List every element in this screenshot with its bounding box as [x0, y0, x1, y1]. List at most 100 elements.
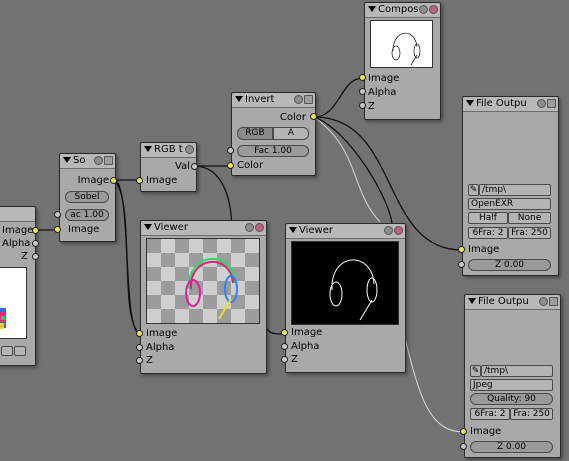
- fileout2-start-frame-field[interactable]: 6Fra: 2: [470, 408, 510, 420]
- node-options-icon[interactable]: [419, 5, 428, 14]
- invert-fac-field[interactable]: Fac 1.00: [237, 145, 309, 157]
- partial-socket-alpha[interactable]: [32, 240, 39, 247]
- sobel-output-socket[interactable]: [110, 177, 117, 184]
- close-icon[interactable]: [394, 226, 403, 235]
- link-faint-1: [313, 116, 381, 223]
- fileout1-start-frame-field[interactable]: 6Fra: 2: [468, 227, 508, 239]
- invert-output-socket[interactable]: [310, 113, 317, 120]
- sobel-node-title: So: [73, 155, 86, 166]
- close-icon[interactable]: [255, 223, 264, 232]
- fileout1-browse-button[interactable]: ✎: [468, 184, 479, 196]
- node-options-icon[interactable]: [185, 145, 194, 154]
- viewer1-alpha-socket[interactable]: [136, 344, 143, 351]
- fileout1-format-select[interactable]: OpenEXR: [468, 198, 551, 210]
- sobel-fac-field[interactable]: ac 1.00: [65, 209, 109, 221]
- sobel-filter-type-select[interactable]: Sobel: [65, 191, 109, 203]
- partial-socket-z[interactable]: [32, 253, 39, 260]
- rgbtobw-node-header[interactable]: RGB t: [141, 143, 196, 158]
- collapse-triangle-icon[interactable]: [144, 224, 152, 230]
- collapse-triangle-icon[interactable]: [63, 157, 71, 163]
- collapse-triangle-icon[interactable]: [144, 146, 152, 152]
- partial-button-2[interactable]: [14, 346, 26, 356]
- headphones-edge-render-icon: [329, 259, 378, 321]
- rgbtobw-node[interactable]: RGB t Val Image: [140, 142, 197, 192]
- fileout1-z-socket[interactable]: [458, 261, 465, 268]
- viewer2-node-header[interactable]: Viewer: [286, 224, 405, 239]
- sobel-node-header[interactable]: So: [60, 154, 115, 169]
- fileout2-z-field[interactable]: Z 0.00: [470, 441, 553, 453]
- fileout1-image-socket[interactable]: [458, 246, 465, 253]
- collapse-triangle-icon[interactable]: [468, 298, 476, 304]
- partial-node-header[interactable]: [0, 207, 35, 222]
- link-invert-to-viewer2: [313, 116, 393, 225]
- collapse-triangle-icon[interactable]: [466, 100, 474, 106]
- fileout1-half-toggle[interactable]: Half: [468, 212, 508, 224]
- node-options-icon[interactable]: [245, 223, 254, 232]
- preview-toggle-icon[interactable]: [547, 99, 556, 108]
- invert-alpha-toggle[interactable]: A: [273, 127, 309, 140]
- invert-input-socket[interactable]: [227, 162, 234, 169]
- link-sobel-to-viewer1b: [113, 179, 141, 335]
- viewer2-z-socket[interactable]: [281, 356, 288, 363]
- fileout1-z-field[interactable]: Z 0.00: [468, 259, 551, 271]
- fileout2-node[interactable]: File Outpu ✎ /tmp\ Jpeg Quality: 90 6Fra…: [464, 294, 561, 458]
- preview-toggle-icon[interactable]: [304, 95, 313, 104]
- preview-toggle-icon[interactable]: [104, 156, 113, 165]
- viewer1-z-socket[interactable]: [136, 357, 143, 364]
- close-icon[interactable]: [429, 5, 438, 14]
- composite-preview: [370, 20, 433, 68]
- node-options-icon[interactable]: [384, 226, 393, 235]
- partial-button-1[interactable]: [1, 346, 13, 356]
- viewer2-alpha-socket[interactable]: [281, 343, 288, 350]
- fileout2-end-frame-field[interactable]: Fra: 250: [510, 408, 553, 420]
- rgbtobw-output-socket[interactable]: [191, 163, 198, 170]
- fileout2-format-select[interactable]: Jpeg: [470, 379, 553, 391]
- sobel-input-socket[interactable]: [54, 226, 61, 233]
- viewer2-image-socket[interactable]: [281, 329, 288, 336]
- fileout1-codec-select[interactable]: None: [508, 212, 551, 224]
- collapse-triangle-icon[interactable]: [235, 96, 243, 102]
- fileout1-end-frame-field[interactable]: Fra: 250: [508, 227, 551, 239]
- composite-image-socket[interactable]: [359, 74, 366, 81]
- partial-socket-image[interactable]: [32, 227, 39, 234]
- viewer2-node[interactable]: Viewer Image Alpha Z: [285, 223, 406, 373]
- sobel-fac-socket[interactable]: [54, 211, 61, 218]
- fileout2-browse-button[interactable]: ✎: [470, 365, 481, 377]
- link-viewer2-to-fileout2: [403, 333, 465, 433]
- composite-node[interactable]: Compos Image Alpha Z: [364, 2, 441, 120]
- viewer1-image-socket[interactable]: [136, 330, 143, 337]
- fileout1-node-header[interactable]: File Outpu: [463, 97, 558, 112]
- fileout2-node-title: File Outpu: [478, 296, 529, 307]
- partial-node[interactable]: Image Alpha Z: [0, 206, 39, 366]
- node-options-icon[interactable]: [537, 99, 546, 108]
- invert-node-header[interactable]: Invert: [232, 93, 315, 108]
- invert-rgb-toggle[interactable]: RGB: [237, 127, 273, 140]
- rgbtobw-input-socket[interactable]: [136, 177, 143, 184]
- invert-fac-socket[interactable]: [227, 147, 234, 154]
- fileout2-input-label: Image: [470, 426, 502, 437]
- fileout1-path-field[interactable]: /tmp\: [479, 184, 551, 196]
- preview-toggle-icon[interactable]: [549, 297, 558, 306]
- node-options-icon[interactable]: [94, 156, 103, 165]
- node-editor-canvas[interactable]: Image Alpha Z So Image Sobel ac 1.00 Ima…: [0, 0, 569, 461]
- sobel-node[interactable]: So Image Sobel ac 1.00 Image: [59, 153, 116, 242]
- fileout1-node[interactable]: File Outpu ✎ /tmp\ OpenEXR Half None 6Fr…: [462, 96, 559, 276]
- fileout2-node-header[interactable]: File Outpu: [465, 295, 560, 310]
- composite-alpha-socket[interactable]: [359, 88, 366, 95]
- node-options-icon[interactable]: [539, 297, 548, 306]
- composite-z-socket[interactable]: [359, 102, 366, 109]
- composite-node-header[interactable]: Compos: [365, 3, 440, 18]
- collapse-triangle-icon[interactable]: [368, 6, 376, 12]
- viewer1-input-label-alpha: Alpha: [146, 342, 175, 353]
- fileout2-image-socket[interactable]: [460, 428, 467, 435]
- viewer2-input-label-image: Image: [291, 327, 323, 338]
- fileout2-quality-field[interactable]: Quality: 90: [470, 393, 553, 405]
- collapse-triangle-icon[interactable]: [289, 227, 297, 233]
- fileout2-z-socket[interactable]: [460, 443, 467, 450]
- viewer1-node-header[interactable]: Viewer: [141, 221, 266, 236]
- fileout2-path-field[interactable]: /tmp\: [481, 365, 553, 377]
- node-options-icon[interactable]: [294, 95, 303, 104]
- viewer1-node[interactable]: Viewer Image Alpha Z: [140, 220, 267, 374]
- invert-node[interactable]: Invert Color RGB A Fac 1.00 Color: [231, 92, 316, 176]
- link-invert-to-composite: [313, 77, 364, 118]
